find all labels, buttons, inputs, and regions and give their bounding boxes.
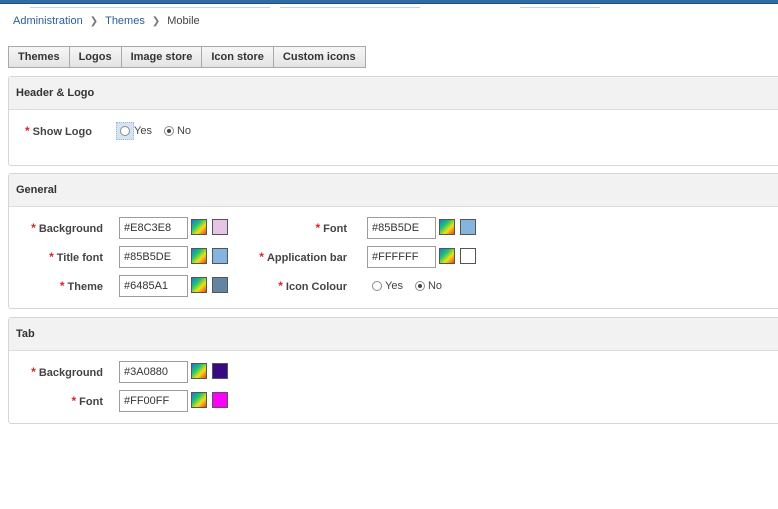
icon-colour-yes-radio[interactable]	[372, 281, 382, 291]
general-title: General	[9, 174, 778, 207]
show-logo-label: * Show Logo	[25, 124, 92, 138]
general-background-label: * Background	[31, 221, 103, 235]
general-font-input[interactable]: #85B5DE	[367, 217, 436, 239]
general-title-font-input[interactable]: #85B5DE	[119, 246, 188, 268]
general-icon-colour-label: * Icon Colour	[278, 279, 347, 293]
general-panel: General * Background #E8C3E8 * Font #85B5D…	[8, 173, 778, 309]
header-logo-title: Header & Logo	[9, 77, 778, 110]
breadcrumb-administration[interactable]: Administration	[13, 15, 83, 27]
color-picker-icon[interactable]	[191, 392, 207, 408]
tab-bar: Themes Logos Image store Icon store Cust…	[8, 46, 366, 68]
general-font-label: * Font	[315, 221, 348, 235]
show-logo-no-radio[interactable]	[163, 126, 174, 136]
tab-section-title: Tab	[9, 318, 778, 351]
breadcrumb-current: Mobile	[167, 15, 200, 27]
color-picker-icon[interactable]	[439, 248, 455, 264]
icon-colour-radio-group: Yes No	[372, 280, 442, 292]
tab-custom-icons[interactable]: Custom icons	[273, 46, 366, 68]
required-marker: *	[59, 279, 65, 293]
tab-background-label: * Background	[31, 365, 103, 379]
tab-logos[interactable]: Logos	[69, 46, 122, 68]
required-marker: *	[25, 124, 30, 138]
chevron-right-icon: ❯	[151, 15, 161, 27]
required-marker: *	[278, 279, 283, 293]
show-logo-yes-label[interactable]: Yes	[134, 125, 152, 137]
breadcrumb-themes[interactable]: Themes	[105, 15, 145, 27]
required-marker: *	[259, 250, 264, 264]
required-marker: *	[31, 365, 36, 379]
icon-colour-yes-label[interactable]: Yes	[385, 280, 403, 292]
show-logo-yes-focus	[116, 122, 134, 140]
general-theme-label: * Theme	[59, 279, 103, 293]
required-marker: *	[31, 221, 36, 235]
general-title-font-label: * Title font	[49, 250, 103, 264]
tab-image-store[interactable]: Image store	[121, 46, 203, 68]
icon-colour-no-radio[interactable]	[414, 281, 425, 291]
icon-colour-no-label[interactable]: No	[428, 280, 442, 292]
required-marker: *	[49, 250, 54, 264]
color-picker-icon[interactable]	[191, 277, 207, 293]
top-bar-lines	[0, 4, 778, 8]
tab-panel: Tab * Background #3A0880 * Font #FF00FF	[8, 317, 778, 424]
general-app-bar-label: * Application bar	[259, 250, 347, 264]
general-theme-swatch	[212, 277, 228, 293]
required-marker: *	[71, 394, 77, 408]
general-app-bar-input[interactable]: #FFFFFF	[367, 246, 436, 268]
tab-font-input[interactable]: #FF00FF	[119, 390, 188, 412]
tab-background-swatch	[212, 363, 228, 379]
color-picker-icon[interactable]	[191, 219, 207, 235]
tab-background-input[interactable]: #3A0880	[119, 361, 188, 383]
general-app-bar-swatch	[460, 248, 476, 264]
color-picker-icon[interactable]	[191, 363, 207, 379]
general-font-swatch	[460, 219, 476, 235]
chevron-right-icon: ❯	[89, 15, 99, 27]
tab-font-swatch	[212, 392, 228, 408]
general-title-font-swatch	[212, 248, 228, 264]
required-marker: *	[315, 221, 321, 235]
tab-themes[interactable]: Themes	[8, 46, 70, 68]
show-logo-no-label[interactable]: No	[177, 125, 191, 137]
tab-font-label: * Font	[71, 394, 104, 408]
show-logo-radio-group: Yes No	[116, 122, 191, 140]
tab-icon-store[interactable]: Icon store	[202, 46, 274, 68]
header-logo-panel: Header & Logo * Show Logo Yes No	[8, 76, 778, 166]
show-logo-yes-radio[interactable]	[120, 126, 130, 136]
breadcrumb: Administration ❯ Themes ❯ Mobile	[13, 15, 200, 27]
general-background-swatch	[212, 219, 228, 235]
color-picker-icon[interactable]	[191, 248, 207, 264]
general-background-input[interactable]: #E8C3E8	[119, 217, 188, 239]
general-theme-input[interactable]: #6485A1	[119, 275, 188, 297]
color-picker-icon[interactable]	[439, 219, 455, 235]
